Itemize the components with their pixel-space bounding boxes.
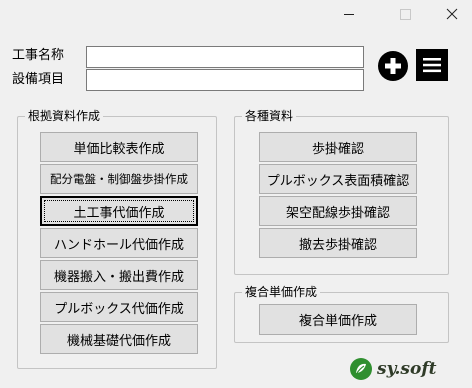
unit-price-comparison-button[interactable]: 単価比較表作成 xyxy=(40,132,198,162)
composite-unit-price-button[interactable]: 複合単価作成 xyxy=(259,304,417,335)
menu-button[interactable] xyxy=(416,49,448,81)
plus-circle-icon xyxy=(378,51,408,81)
add-button[interactable] xyxy=(377,50,409,82)
equipment-transport-cost-button[interactable]: 機器搬入・搬出費作成 xyxy=(40,260,198,290)
project-name-field[interactable] xyxy=(86,46,364,68)
pullbox-surface-check-button[interactable]: プルボックス表面積確認 xyxy=(259,164,417,194)
maximize-button[interactable] xyxy=(385,0,425,28)
removal-labor-check-button[interactable]: 撤去歩掛確認 xyxy=(259,228,417,258)
machine-foundation-cost-button[interactable]: 機械基礎代価作成 xyxy=(40,324,198,354)
leaf-logo-icon xyxy=(350,358,372,380)
project-name-label: 工事名称 xyxy=(12,48,65,63)
composite-group-title: 複合単価作成 xyxy=(245,285,318,299)
close-button[interactable] xyxy=(432,0,472,28)
various-group-title: 各種資料 xyxy=(245,109,294,123)
pullbox-cost-button[interactable]: プルボックス代価作成 xyxy=(40,292,198,322)
handhole-cost-button[interactable]: ハンドホール代価作成 xyxy=(40,228,198,258)
close-icon xyxy=(446,8,458,20)
labor-check-button[interactable]: 歩掛確認 xyxy=(259,132,417,162)
logo-text: sy.soft xyxy=(377,359,437,379)
sysoft-logo: sy.soft xyxy=(349,355,449,383)
overhead-wiring-labor-check-button[interactable]: 架空配線歩掛確認 xyxy=(259,196,417,226)
hamburger-menu-icon xyxy=(423,58,441,73)
basis-group-title: 根拠資料作成 xyxy=(28,109,101,123)
distribution-panel-labor-button[interactable]: 配分電盤・制御盤歩掛作成 xyxy=(40,164,198,194)
equipment-label: 設備項目 xyxy=(12,72,65,87)
equipment-field[interactable] xyxy=(86,69,364,91)
minimize-button[interactable] xyxy=(329,0,369,28)
earthwork-cost-button[interactable]: 土工事代価作成 xyxy=(40,196,198,226)
